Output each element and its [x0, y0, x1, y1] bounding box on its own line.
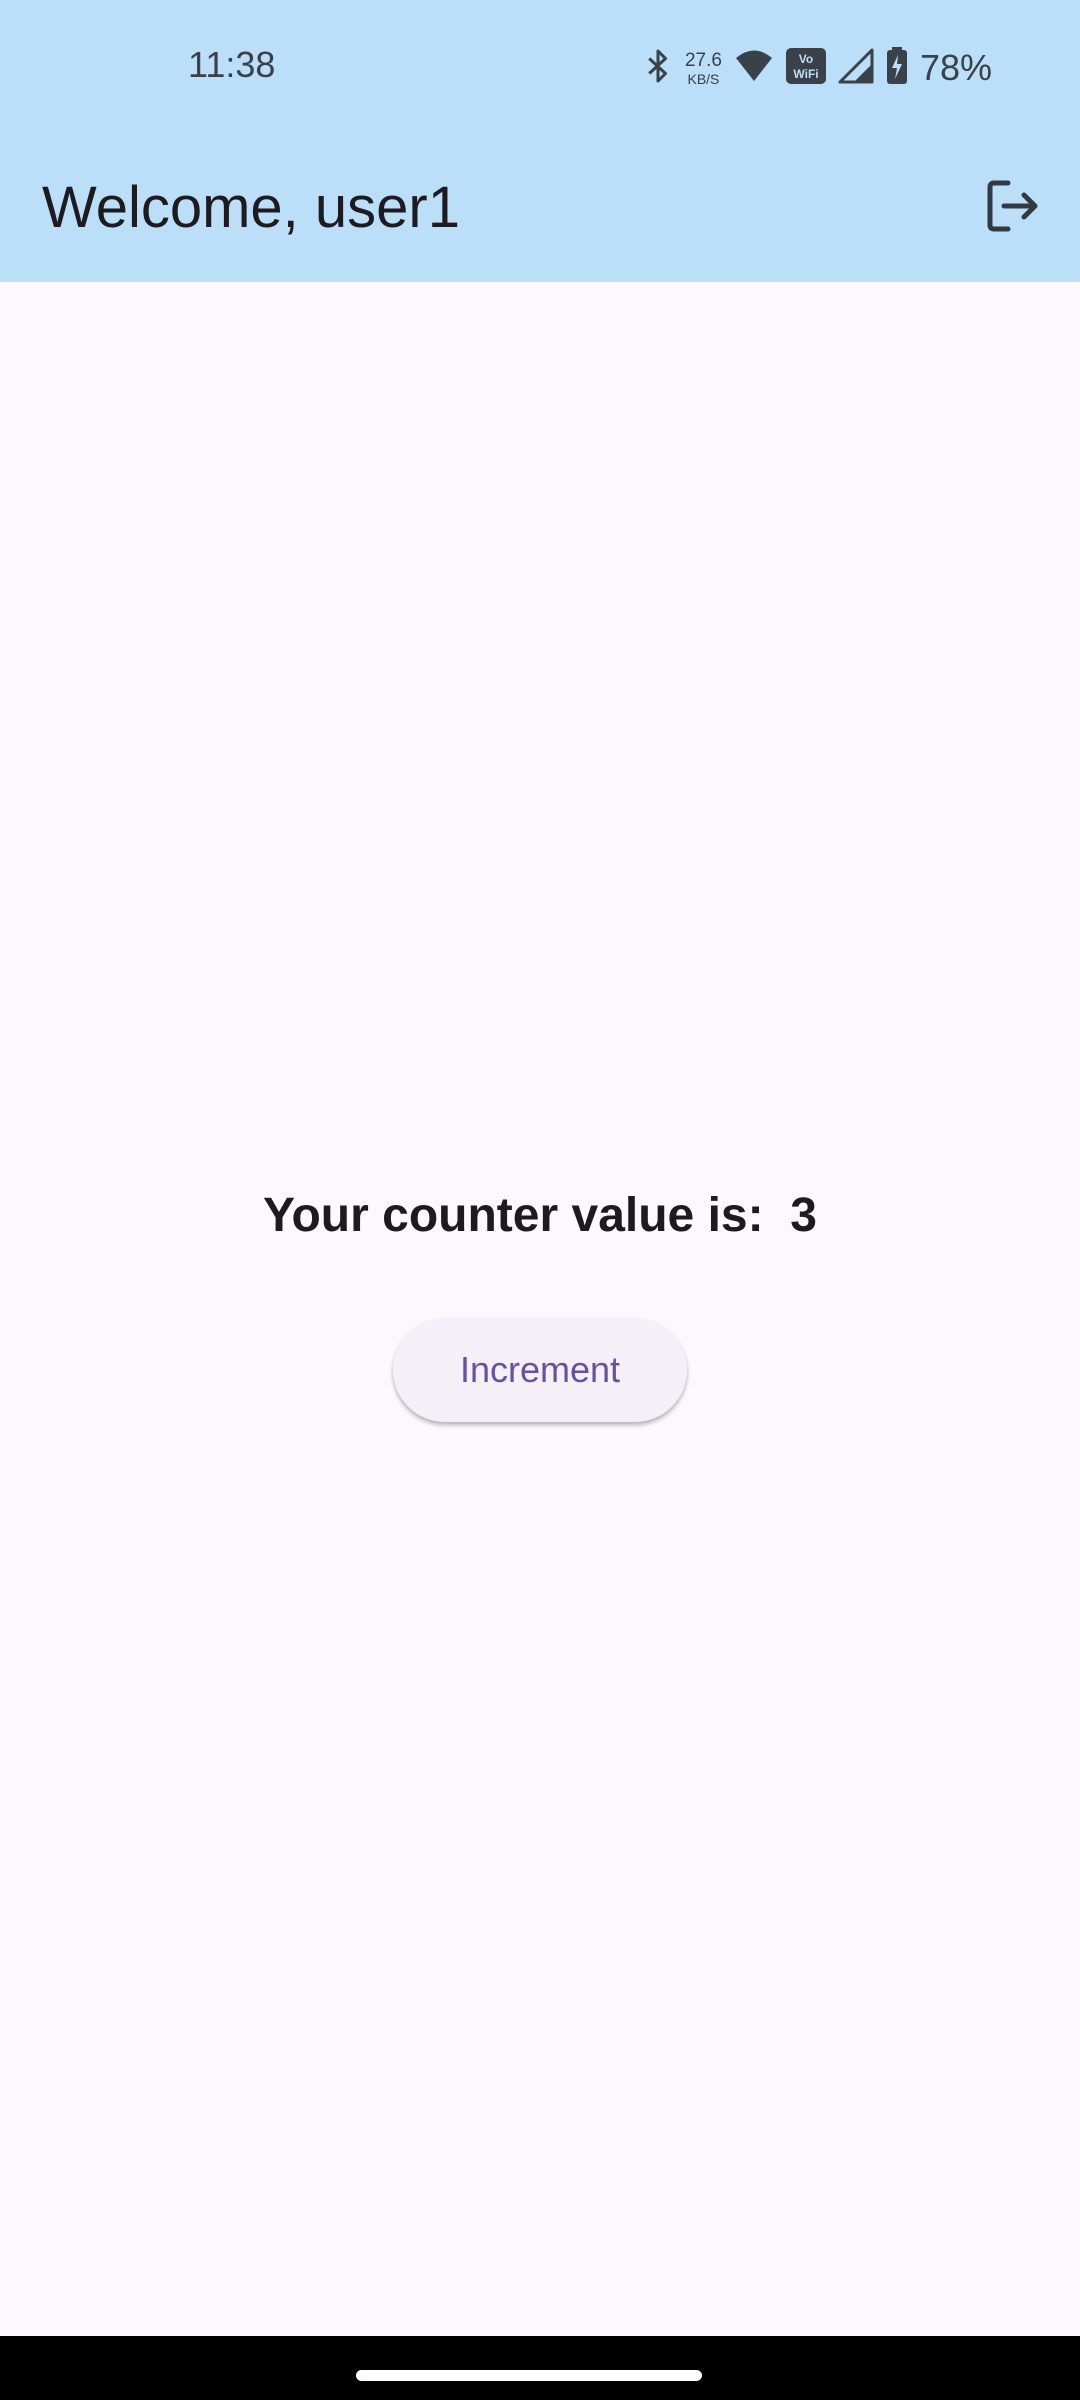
logout-button[interactable]: [978, 172, 1050, 244]
increment-button[interactable]: Increment: [393, 1318, 687, 1422]
signal-icon: [838, 48, 874, 89]
home-indicator[interactable]: [356, 2370, 702, 2381]
bluetooth-icon: [643, 47, 673, 90]
increment-button-label: Increment: [459, 1349, 621, 1390]
status-time: 11:38: [188, 44, 276, 85]
battery-percent: 78%: [919, 47, 992, 88]
navigation-bar: [0, 2336, 1080, 2400]
wifi-icon: [734, 49, 774, 88]
app-bar: Welcome, user1: [0, 136, 1080, 282]
status-icons: 27.6 KB/S Vo WiFi 78%: [643, 44, 992, 92]
svg-text:WiFi: WiFi: [793, 67, 818, 81]
page-title: Welcome, user1: [42, 175, 460, 240]
counter-label: Your counter value is:: [263, 1189, 764, 1242]
counter-text: Your counter value is: 3: [0, 1188, 1080, 1243]
status-bar: 11:38 27.6 KB/S Vo WiFi 78%: [0, 0, 1080, 136]
svg-text:Vo: Vo: [799, 52, 813, 66]
logout-icon: [986, 178, 1042, 239]
battery-charging-icon: [886, 46, 908, 90]
network-speed-value: 27.6: [684, 49, 722, 71]
network-speed: 27.6 KB/S: [685, 51, 722, 86]
counter-value: 3: [790, 1189, 817, 1242]
vowifi-icon: Vo WiFi: [785, 47, 826, 89]
network-speed-unit: KB/S: [687, 70, 720, 87]
